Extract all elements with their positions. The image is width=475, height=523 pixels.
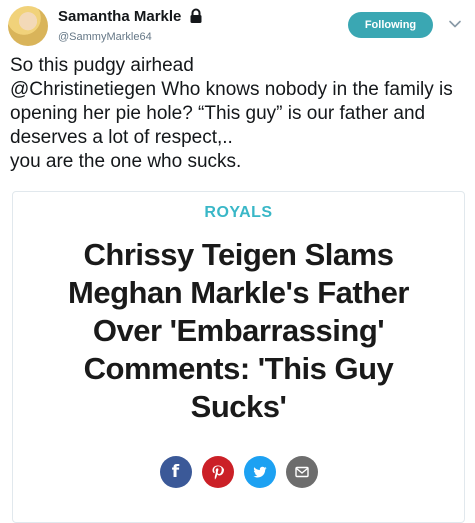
twitter-icon [253, 466, 266, 478]
link-card[interactable]: ROYALS Chrissy Teigen Slams Meghan Markl… [12, 191, 465, 523]
chevron-down-icon[interactable] [447, 16, 463, 32]
facebook-share-button[interactable]: f [159, 456, 192, 488]
email-share-button[interactable] [285, 456, 318, 488]
card-headline[interactable]: Chrissy Teigen Slams Meghan Markle's Fat… [33, 236, 444, 426]
tweet-header: Samantha Markle @SammyMarkle64 Following [8, 6, 467, 46]
card-category: ROYALS [204, 204, 273, 221]
avatar[interactable] [8, 6, 48, 46]
tweet-text: So this pudgy airhead @Christinetiegen W… [10, 55, 453, 172]
lock-icon [189, 8, 203, 24]
tweet: Samantha Markle @SammyMarkle64 Following… [0, 0, 475, 523]
display-name[interactable]: Samantha Markle [58, 8, 181, 25]
handle[interactable]: @SammyMarkle64 [58, 31, 203, 43]
share-buttons: f [13, 456, 464, 490]
author-block[interactable]: Samantha Markle @SammyMarkle64 [58, 8, 203, 43]
pinterest-share-button[interactable] [201, 456, 234, 488]
following-button[interactable]: Following [348, 12, 433, 38]
facebook-icon: f [171, 462, 180, 482]
pinterest-icon [212, 465, 224, 480]
twitter-share-button[interactable] [243, 456, 276, 488]
email-icon [294, 466, 309, 478]
